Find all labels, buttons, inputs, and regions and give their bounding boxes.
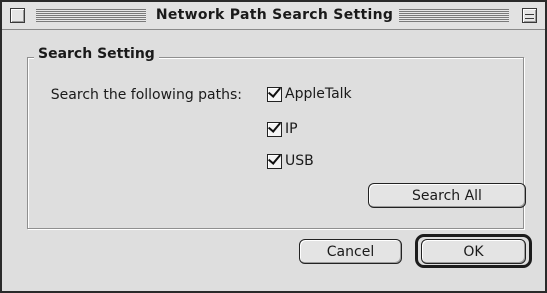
- checkbox-checked-icon[interactable]: [267, 118, 282, 137]
- close-box-icon[interactable]: [10, 8, 25, 23]
- title-bar-stripes: [36, 9, 146, 22]
- checkbox-checked-icon[interactable]: [267, 83, 282, 102]
- checkbox-label: AppleTalk: [285, 86, 352, 102]
- checkbox-usb[interactable]: USB: [267, 150, 314, 170]
- ok-button[interactable]: OK: [421, 239, 526, 264]
- checkbox-appletalk[interactable]: AppleTalk: [267, 83, 352, 103]
- search-paths-prompt: Search the following paths:: [50, 87, 242, 103]
- dialog-window: Network Path Search Setting Search Setti…: [0, 0, 547, 293]
- search-all-button[interactable]: Search All: [368, 183, 526, 208]
- checkbox-label: IP: [285, 121, 298, 137]
- group-title: Search Setting: [34, 46, 159, 62]
- title-bar[interactable]: Network Path Search Setting: [2, 2, 545, 30]
- checkbox-ip[interactable]: IP: [267, 118, 298, 138]
- checkbox-label: USB: [285, 153, 314, 169]
- window-title: Network Path Search Setting: [152, 7, 397, 23]
- checkbox-checked-icon[interactable]: [267, 150, 282, 169]
- title-bar-stripes: [399, 9, 509, 22]
- cancel-button[interactable]: Cancel: [299, 239, 402, 264]
- collapse-box-icon[interactable]: [522, 8, 537, 23]
